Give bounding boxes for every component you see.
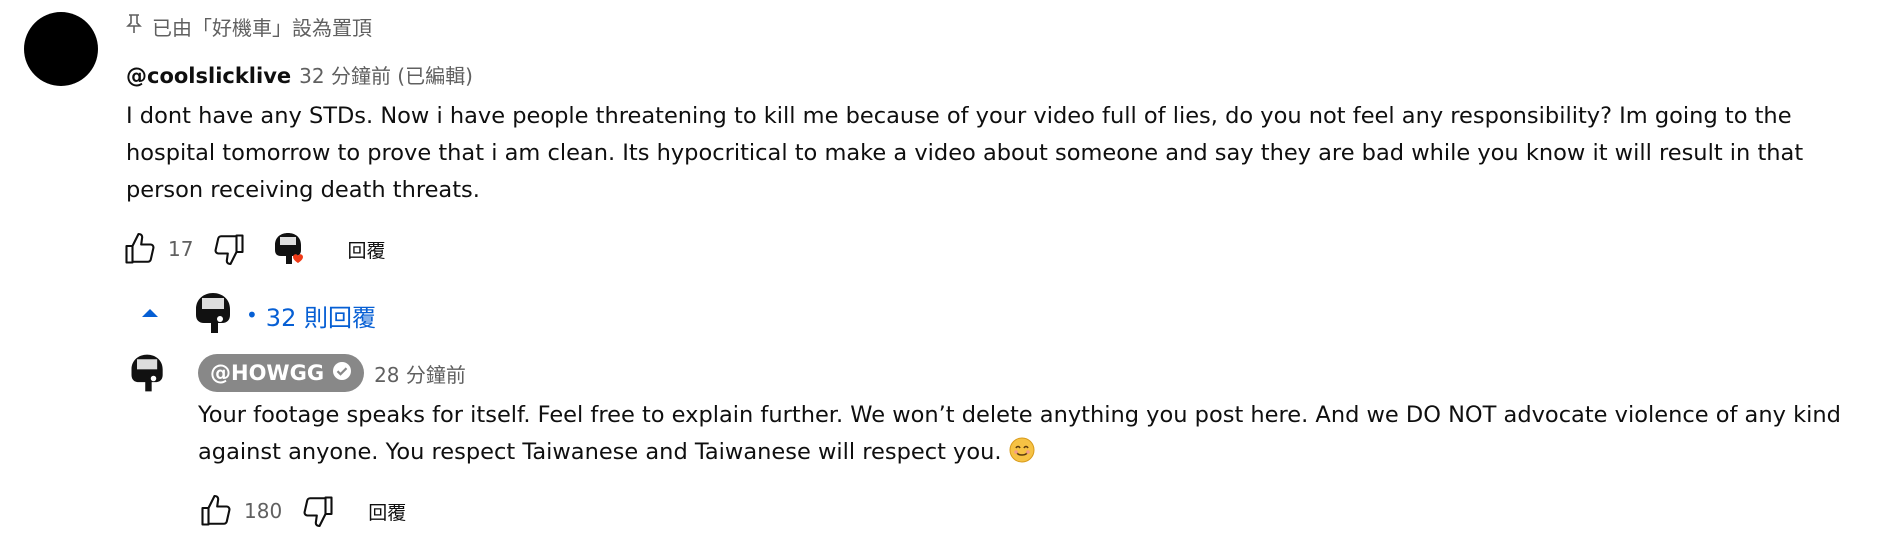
reply-like-count: 180 [244,499,283,523]
comment-author[interactable]: @coolslicklive [126,64,291,88]
comment-actions: 17 回覆 [120,229,385,269]
pinned-label: 已由「好機車」設為置頂 [152,16,372,40]
reply-reply-button[interactable]: 回覆 [368,498,406,525]
commenter-avatar[interactable] [24,12,98,86]
thumbs-down-icon[interactable] [298,491,338,531]
pinned-notice: 已由「好機車」設為置頂 [126,12,372,41]
thumbs-up-icon[interactable] [120,229,160,269]
chevron-up-icon [138,305,162,325]
like-count: 17 [168,237,194,261]
reply-header: @HOWGG 28 分鐘前 [198,354,466,392]
reply-actions: 180 回覆 [196,491,406,531]
replies-toggle[interactable]: • 32 則回覆 [138,289,376,341]
thumbs-up-icon[interactable] [196,491,236,531]
reply-button[interactable]: 回覆 [347,236,385,263]
creator-heart-icon [269,229,309,269]
comment-text: I dont have any STDs. Now i have people … [126,103,1804,203]
pin-icon [126,14,142,39]
replies-count-link[interactable]: 32 則回覆 [266,298,376,333]
verified-check-icon [332,361,352,386]
comment-header: @coolslicklive 32 分鐘前 (已編輯) [126,60,473,89]
reply-timestamp[interactable]: 28 分鐘前 [374,359,466,388]
reply-author: @HOWGG [210,361,325,385]
reply-text: Your footage speaks for itself. Feel fre… [198,397,1858,471]
creator-avatar-small [190,289,238,341]
reply-author-avatar[interactable] [126,350,170,400]
smiling-face-emoji [1009,437,1035,463]
separator-dot: • [246,303,258,327]
channel-owner-chip[interactable]: @HOWGG [198,354,365,392]
thumbs-down-icon[interactable] [209,229,249,269]
comment-timestamp[interactable]: 32 分鐘前 (已編輯) [299,60,473,89]
